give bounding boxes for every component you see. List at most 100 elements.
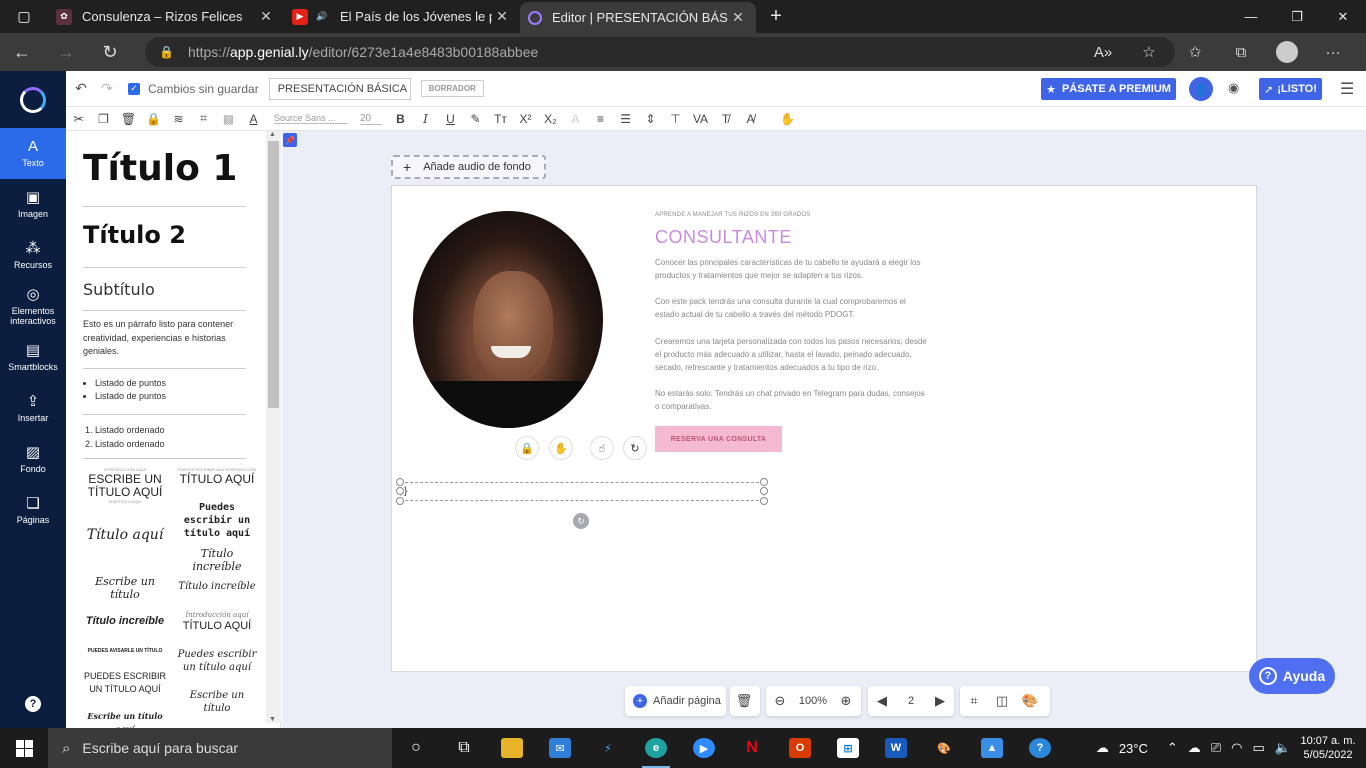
sidebar-item-imagen[interactable]: ▣ Imagen (0, 179, 66, 230)
animation-icon[interactable]: ↻ (623, 436, 647, 460)
office-icon[interactable]: O (776, 728, 824, 768)
favorites-icon[interactable]: ✩ (1172, 43, 1218, 61)
file-explorer-icon[interactable] (488, 728, 536, 768)
close-tab-icon[interactable]: ✕ (256, 8, 276, 25)
paint-icon[interactable]: 🎨 (920, 728, 968, 768)
bullet-list-preset[interactable]: Listado de puntos Listado de puntos (83, 369, 246, 415)
text-style-option[interactable]: Puedes escribir un título aquí (175, 648, 259, 674)
selected-text-box[interactable] (400, 482, 764, 501)
page-number[interactable]: 2 (896, 695, 926, 707)
hand-icon[interactable]: ✋ (775, 112, 800, 126)
text-style-option[interactable]: PUEDES ESCRIBIR UNA INTRODUCCIÓN TÍTULO … (175, 467, 259, 486)
slide-paragraph[interactable]: Crearemos una tarjeta personalizada con … (655, 335, 930, 374)
show-hidden-icon[interactable]: ⌃ (1167, 740, 1178, 756)
audio-playing-icon[interactable]: 🔊 (314, 9, 330, 25)
panel-scrollbar[interactable]: ▲ ▼ (266, 131, 281, 723)
resize-handle[interactable] (396, 497, 404, 505)
rotate-handle-icon[interactable]: ↻ (573, 513, 589, 529)
help-icon[interactable]: ? (25, 696, 41, 712)
ready-button[interactable]: ➚ ¡LISTO! (1259, 78, 1322, 100)
volume-icon[interactable]: 🔈 (1275, 740, 1291, 756)
sidebar-item-elementos-interactivos[interactable]: ◎ Elementos interactivos (0, 281, 66, 332)
forward-icon[interactable]: → (44, 33, 88, 71)
slide-heading[interactable]: CONSULTANTE (655, 227, 792, 248)
sidebar-item-texto[interactable]: A Texto (0, 128, 66, 179)
book-consultation-button[interactable]: RESERVA UNA CONSULTA (655, 426, 782, 452)
mail-icon[interactable]: ✉ (536, 728, 584, 768)
browser-tab-3[interactable]: Editor | PRESENTACIÓN BÁSICA ✕ (520, 2, 756, 33)
photos-icon[interactable]: ▲ (968, 728, 1016, 768)
italic-icon[interactable]: I (413, 112, 438, 126)
text-style-option[interactable]: INTRODUCCIÓN AQUÍ ESCRIBE UN TÍTULO AQUÍ… (83, 467, 167, 505)
text-style-icon[interactable]: A̸ (738, 112, 763, 126)
subtitle-preset[interactable]: Subtítulo (83, 268, 246, 311)
text-style-option[interactable]: Título increíble (83, 615, 167, 628)
resize-handle[interactable] (396, 487, 404, 495)
ordered-list-preset[interactable]: Listado ordenado Listado ordenado (83, 415, 246, 459)
sidebar-item-fondo[interactable]: ▨ Fondo (0, 434, 66, 485)
premium-button[interactable]: ★ PÁSATE A PREMIUM (1041, 78, 1176, 100)
text-style-option[interactable]: Puedes escribir un título aquí (175, 501, 259, 540)
start-icon[interactable] (0, 728, 48, 768)
drag-hand-icon[interactable]: ✋ (549, 436, 573, 460)
zoom-in-icon[interactable]: ⊕ (832, 693, 860, 709)
browser-tab-1[interactable]: ✿ Consulenza – Rizos Felices ✕ (48, 0, 284, 33)
store-icon[interactable]: ⊞ (824, 728, 872, 768)
read-aloud-icon[interactable]: A» (1080, 44, 1126, 61)
text-style-option[interactable]: Título increíble (175, 547, 259, 573)
new-tab-icon[interactable]: + (756, 5, 796, 28)
zoom-out-icon[interactable]: ⊖ (766, 693, 794, 709)
text-style-option[interactable]: PUEDES ESCRIBIR UN TÍTULO AQUÍ (83, 670, 167, 696)
edge-icon[interactable]: e (632, 728, 680, 768)
subscript-icon[interactable]: X₂ (538, 112, 563, 126)
sidebar-item-recursos[interactable]: ⁂ Recursos (0, 230, 66, 281)
text-case-icon[interactable]: Tт (488, 112, 513, 126)
cortana-icon[interactable]: ○ (392, 728, 440, 768)
taskbar-search[interactable]: ⌕ Escribe aquí para buscar (48, 728, 392, 768)
refresh-icon[interactable]: ↻ (88, 33, 132, 71)
profile-photo[interactable] (413, 211, 603, 428)
interactivity-icon[interactable]: ☝ (590, 436, 614, 460)
align-object-icon[interactable]: ⌗ (191, 111, 216, 126)
resize-handle[interactable] (760, 478, 768, 486)
slide-kicker[interactable]: APRENDE A MANEJAR TUS RIZOS EN 360 GRADO… (655, 212, 810, 218)
slide-paragraph[interactable]: No estarás solo: Tendrás un chat privado… (655, 387, 930, 413)
split-view-icon[interactable]: ◫ (988, 693, 1016, 709)
delete-page-button[interactable]: 🗑 (730, 686, 760, 716)
preview-eye-icon[interactable]: ◉ (1228, 80, 1239, 96)
close-window-icon[interactable]: ✕ (1320, 0, 1366, 33)
battery-icon[interactable]: ▭ (1253, 740, 1265, 756)
font-family-select[interactable]: Source Sans ... (274, 113, 348, 124)
scroll-down-icon[interactable]: ▼ (269, 716, 276, 723)
zoom-icon[interactable]: ▶ (680, 728, 728, 768)
weather-temp[interactable]: 23°C (1119, 741, 1148, 756)
presentation-title-input[interactable]: PRESENTACIÓN BÁSICA (268, 77, 411, 100)
url-field[interactable]: 🔒 https://app.genial.ly/editor/6273e1a4e… (145, 37, 1175, 67)
add-audio-button[interactable]: + Añade audio de fondo (391, 155, 546, 179)
genially-logo[interactable] (0, 71, 66, 128)
camera-icon[interactable]: ⎚ (1211, 740, 1221, 756)
align-text-icon[interactable]: ≡ (588, 112, 613, 126)
highlight-icon[interactable]: ✎ (463, 112, 488, 126)
sidebar-item-smartblocks[interactable]: ▤ Smartblocks (0, 332, 66, 383)
add-collaborator-icon[interactable]: 👤 (1189, 77, 1213, 101)
superscript-icon[interactable]: X² (513, 112, 538, 126)
slide-paragraph[interactable]: Con este pack tendrás una consulta duran… (655, 295, 930, 321)
weather-icon[interactable]: ☁ (1096, 740, 1109, 756)
minimize-icon[interactable]: — (1228, 0, 1274, 33)
scroll-thumb[interactable] (268, 141, 279, 408)
pin-panel-icon[interactable]: 📌 (283, 133, 297, 147)
palette-icon[interactable]: 🎨 (1016, 693, 1044, 709)
slide-paragraph[interactable]: Conocer las principales características … (655, 256, 930, 282)
slide[interactable]: 🔒 ✋ ☝ ↻ APRENDE A MANEJAR TUS RIZOS EN 3… (391, 185, 1257, 672)
paragraph-preset[interactable]: Esto es un párrafo listo para contener c… (83, 311, 246, 369)
font-color-icon[interactable]: A (241, 112, 266, 126)
more-icon[interactable]: ··· (1310, 44, 1356, 61)
get-help-icon[interactable]: ? (1016, 728, 1064, 768)
sidebar-item-paginas[interactable]: ❏ Páginas (0, 485, 66, 536)
power-automate-icon[interactable]: ⚡ (584, 728, 632, 768)
clear-format-icon[interactable]: T̸ (713, 112, 738, 126)
title-2-preset[interactable]: Título 2 (83, 207, 246, 268)
collections-icon[interactable]: ⧉ (1218, 44, 1264, 61)
vertical-align-icon[interactable]: ⊤ (663, 112, 688, 126)
